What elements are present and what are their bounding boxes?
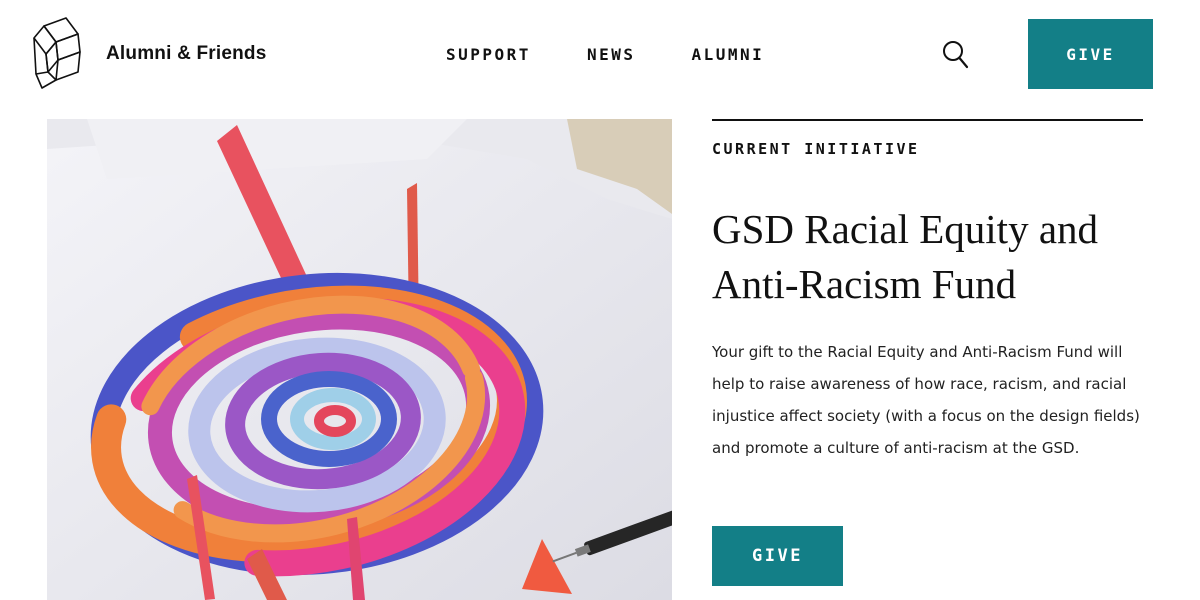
search-icon[interactable]	[942, 40, 970, 70]
initiative-description: Your gift to the Racial Equity and Anti-…	[712, 343, 1140, 457]
site-header: Alumni & Friends SUPPORT NEWS ALUMNI GIV…	[0, 0, 1200, 110]
nav-news-link[interactable]: NEWS	[587, 45, 636, 64]
gsd-logo-icon[interactable]	[30, 16, 84, 90]
nav-support-link[interactable]: SUPPORT	[446, 45, 531, 64]
give-button[interactable]: GIVE	[712, 526, 843, 586]
section-eyebrow: CURRENT INITIATIVE	[712, 140, 920, 158]
section-divider	[712, 119, 1143, 121]
hero-image	[47, 119, 672, 600]
site-title[interactable]: Alumni & Friends	[106, 43, 267, 65]
nav-alumni-link[interactable]: ALUMNI	[691, 45, 764, 64]
main-nav: SUPPORT NEWS ALUMNI	[446, 45, 764, 64]
initiative-title: GSD Racial Equity and Anti-Racism Fund	[712, 206, 1099, 307]
header-give-button[interactable]: GIVE	[1028, 19, 1153, 89]
